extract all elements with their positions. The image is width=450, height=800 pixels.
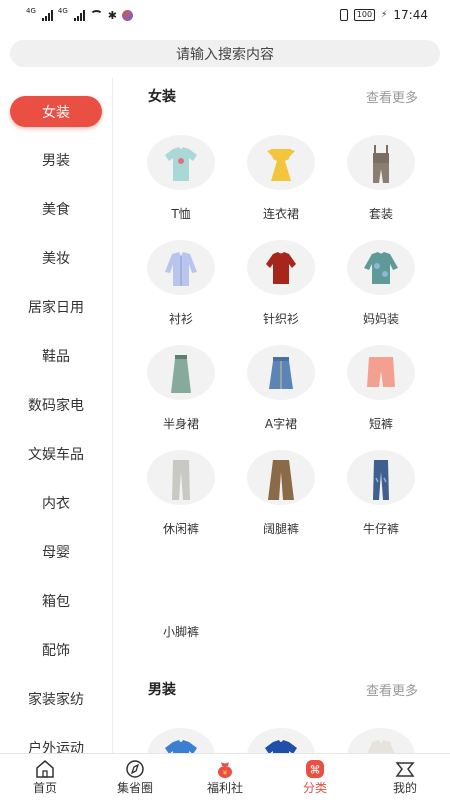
category-item-jeans[interactable]: 牛仔裤 bbox=[341, 450, 421, 537]
view-more-link[interactable]: 查看更多 bbox=[366, 680, 418, 699]
category-item-wide-leg-pants[interactable]: 阔腿裤 bbox=[241, 450, 321, 537]
category-item-skirt[interactable]: 半身裙 bbox=[141, 345, 221, 432]
bluetooth-icon: ✱ bbox=[107, 8, 117, 22]
dress-icon bbox=[247, 135, 315, 190]
network-label: 4G bbox=[26, 7, 36, 15]
tab-profile[interactable]: 我的 bbox=[360, 754, 450, 800]
item-label: T恤 bbox=[171, 207, 191, 221]
status-bar: 4G 4G ✱ 100 ⚡ 17:44 bbox=[0, 0, 450, 30]
sidebar-item-baby[interactable]: 母婴 bbox=[0, 537, 112, 567]
item-label: 牛仔裤 bbox=[362, 522, 399, 536]
item-label: 套装 bbox=[368, 207, 393, 221]
sidebar-item-food[interactable]: 美食 bbox=[0, 194, 112, 224]
tshirt-icon bbox=[147, 728, 215, 753]
pants-icon bbox=[147, 450, 215, 505]
blouse-icon bbox=[347, 240, 415, 295]
category-icon: ⌘ bbox=[304, 759, 326, 779]
item-label: 衬衫 bbox=[168, 312, 193, 326]
category-item-shirt[interactable]: 衬衫 bbox=[141, 240, 221, 327]
battery-icon: 100 bbox=[353, 9, 376, 21]
category-item-mens-3[interactable] bbox=[341, 728, 421, 753]
sidebar-item-shoes[interactable]: 鞋品 bbox=[0, 341, 112, 371]
section-title: 男装 bbox=[148, 682, 176, 698]
wide-pants-icon bbox=[247, 450, 315, 505]
bottom-tab-bar: 首页 集省圈 ¥ 福利社 ⌘ 分类 我的 bbox=[0, 753, 450, 800]
charging-icon: ⚡ bbox=[381, 10, 388, 20]
item-label: 妈妈装 bbox=[362, 312, 399, 326]
category-sidebar: 女装 男装 美食 美妆 居家日用 鞋品 数码家电 文娱车品 内衣 母婴 箱包 配… bbox=[0, 78, 113, 753]
category-item-knitwear[interactable]: 针织衫 bbox=[241, 240, 321, 327]
sidebar-item-electronics[interactable]: 数码家电 bbox=[0, 390, 112, 420]
sidebar-item-beauty[interactable]: 美妆 bbox=[0, 243, 112, 273]
sidebar-item-womens[interactable]: 女装 bbox=[10, 96, 102, 127]
sidebar-item-bags[interactable]: 箱包 bbox=[0, 586, 112, 616]
view-more-link[interactable]: 查看更多 bbox=[366, 87, 418, 106]
item-label: 阔腿裤 bbox=[262, 522, 299, 536]
gift-bag-icon: ¥ bbox=[214, 759, 236, 779]
jeans-icon bbox=[347, 450, 415, 505]
category-item-mens-1[interactable] bbox=[141, 728, 221, 753]
svg-text:¥: ¥ bbox=[223, 769, 228, 777]
section-header-womens: 女装 查看更多 bbox=[148, 86, 418, 106]
category-item-shorts[interactable]: 短裤 bbox=[341, 345, 421, 432]
wifi-icon bbox=[89, 10, 103, 20]
network-label: 4G bbox=[57, 7, 68, 15]
compass-icon bbox=[124, 759, 146, 779]
app-notification-icon bbox=[122, 9, 133, 21]
sidebar-item-home-goods[interactable]: 居家日用 bbox=[0, 292, 112, 322]
category-item-dress[interactable]: 连衣裙 bbox=[241, 135, 321, 222]
sidebar-item-accessories[interactable]: 配饰 bbox=[0, 635, 112, 665]
signal-icon bbox=[41, 9, 53, 21]
section-header-mens: 男装 查看更多 bbox=[148, 679, 418, 699]
profile-icon bbox=[394, 759, 416, 779]
item-label: 短裤 bbox=[368, 417, 393, 431]
tab-category[interactable]: ⌘ 分类 bbox=[270, 754, 360, 800]
category-item-a-line-skirt[interactable]: A字裙 bbox=[241, 345, 321, 432]
category-content: 女装 查看更多 T恤 连衣裙 套装 衬衫 针织衫 妈妈装 半身裙 A字裙 短裤 … bbox=[114, 78, 450, 753]
sidebar-item-entertainment-auto[interactable]: 文娱车品 bbox=[0, 439, 112, 469]
item-label: 连衣裙 bbox=[262, 207, 299, 221]
status-left: 4G 4G ✱ bbox=[26, 7, 133, 22]
tab-label: 集省圈 bbox=[116, 780, 153, 795]
item-label: 针织衫 bbox=[262, 312, 299, 326]
category-item-mom-wear[interactable]: 妈妈装 bbox=[341, 240, 421, 327]
knit-icon bbox=[247, 240, 315, 295]
item-label: 休闲裤 bbox=[162, 522, 199, 536]
sidebar-item-outdoor[interactable]: 户外运动 bbox=[0, 733, 112, 753]
category-item-tshirt[interactable]: T恤 bbox=[141, 135, 221, 222]
sidebar-item-underwear[interactable]: 内衣 bbox=[0, 488, 112, 518]
svg-text:⌘: ⌘ bbox=[310, 763, 321, 776]
skirt-icon bbox=[147, 345, 215, 400]
denim-skirt-icon bbox=[247, 345, 315, 400]
item-label: 小脚裤 bbox=[162, 625, 199, 639]
jumpsuit-icon bbox=[347, 135, 415, 190]
shorts-icon bbox=[347, 345, 415, 400]
status-right: 100 ⚡ 17:44 bbox=[339, 8, 428, 22]
category-item-skinny-pants[interactable]: 小脚裤 bbox=[141, 623, 221, 640]
category-item-mens-2[interactable] bbox=[241, 728, 321, 753]
signal-icon bbox=[73, 9, 85, 21]
tab-home[interactable]: 首页 bbox=[0, 754, 90, 800]
vibrate-icon bbox=[339, 9, 348, 21]
item-label: 半身裙 bbox=[162, 417, 199, 431]
tshirt-icon bbox=[147, 135, 215, 190]
category-item-casual-pants[interactable]: 休闲裤 bbox=[141, 450, 221, 537]
tab-welfare[interactable]: ¥ 福利社 bbox=[180, 754, 270, 800]
tab-label: 首页 bbox=[32, 780, 57, 795]
shirt-icon bbox=[347, 728, 415, 753]
search-input[interactable]: 请输入搜索内容 bbox=[10, 40, 440, 67]
shirt-icon bbox=[147, 240, 215, 295]
sidebar-item-mens[interactable]: 男装 bbox=[0, 145, 112, 175]
tshirt-icon bbox=[247, 728, 315, 753]
tab-label: 分类 bbox=[302, 780, 327, 795]
category-item-set[interactable]: 套装 bbox=[341, 135, 421, 222]
home-icon bbox=[34, 759, 56, 779]
sidebar-item-home-textiles[interactable]: 家装家纺 bbox=[0, 684, 112, 714]
tab-label: 福利社 bbox=[206, 780, 243, 795]
tab-label: 我的 bbox=[392, 780, 417, 795]
item-label: A字裙 bbox=[264, 417, 298, 431]
clock: 17:44 bbox=[393, 8, 428, 22]
tab-savings-circle[interactable]: 集省圈 bbox=[90, 754, 180, 800]
section-title: 女装 bbox=[148, 89, 176, 105]
